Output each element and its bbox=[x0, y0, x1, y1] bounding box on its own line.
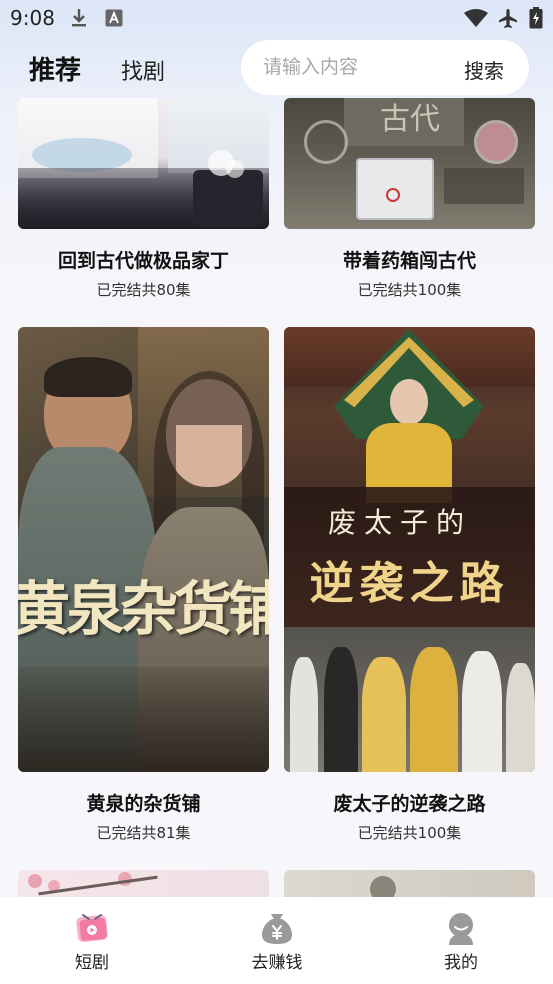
drama-episode-status: 已完结共100集 bbox=[357, 281, 462, 299]
drama-episode-status: 已完结共80集 bbox=[96, 281, 191, 299]
search-input[interactable] bbox=[263, 54, 443, 80]
top-header: 推荐 找剧 搜索 bbox=[0, 36, 553, 100]
drama-card[interactable] bbox=[18, 870, 269, 897]
nav-label: 我的 bbox=[444, 953, 478, 973]
nav-label: 去赚钱 bbox=[251, 953, 303, 973]
tab-find-drama[interactable]: 找剧 bbox=[121, 54, 165, 86]
drama-title[interactable]: 废太子的逆袭之路 bbox=[284, 789, 535, 816]
drama-poster[interactable]: 古代 bbox=[284, 98, 535, 229]
nav-label: 短剧 bbox=[75, 953, 109, 973]
drama-poster[interactable] bbox=[284, 870, 535, 897]
poster-caption: 黄泉杂货铺 bbox=[18, 575, 269, 643]
poster-caption: 古代 bbox=[380, 102, 440, 137]
drama-card[interactable]: 黄泉杂货铺 黄泉的杂货铺 已完结共81集 bbox=[18, 327, 269, 847]
drama-card[interactable]: 回到古代做极品家丁 已完结共80集 bbox=[18, 98, 269, 299]
search-button[interactable]: 搜索 bbox=[464, 55, 504, 84]
app-notification-icon bbox=[105, 9, 123, 31]
profile-icon bbox=[443, 911, 479, 945]
drama-poster[interactable]: 废太子的 逆袭之路 bbox=[284, 327, 535, 772]
search-bar: 搜索 bbox=[241, 40, 529, 95]
tab-recommend[interactable]: 推荐 bbox=[29, 50, 81, 87]
drama-episode-status: 已完结共81集 bbox=[96, 824, 191, 842]
medicine-box-graphic bbox=[356, 158, 434, 220]
nav-item-profile[interactable]: 我的 bbox=[401, 897, 521, 984]
download-icon bbox=[70, 8, 88, 32]
poster-caption-bottom: 逆袭之路 bbox=[309, 558, 510, 609]
status-bar: 9:08 bbox=[0, 0, 553, 36]
status-time: 9:08 bbox=[10, 6, 55, 30]
drama-title[interactable]: 回到古代做极品家丁 bbox=[18, 246, 269, 273]
poster-caption-top: 废太子的 bbox=[328, 506, 473, 539]
wifi-icon bbox=[463, 8, 489, 32]
nav-item-earn-money[interactable]: 去赚钱 bbox=[217, 897, 337, 984]
drama-poster[interactable]: 黄泉杂货铺 bbox=[18, 327, 269, 772]
nav-item-drama[interactable]: 短剧 bbox=[32, 897, 152, 984]
money-bag-icon bbox=[259, 911, 295, 945]
bottom-navigation: 短剧 去赚钱 我的 bbox=[0, 897, 553, 984]
drama-poster[interactable] bbox=[18, 98, 269, 229]
drama-card[interactable]: 废太子的 逆袭之路 废太子的逆袭之路 已完结共100集 bbox=[284, 327, 535, 847]
drama-icon bbox=[74, 911, 110, 945]
drama-title[interactable]: 黄泉的杂货铺 bbox=[18, 789, 269, 816]
drama-feed[interactable]: 回到古代做极品家丁 已完结共80集 古代 带着药箱闯古代 已完结共100集 黄泉… bbox=[0, 98, 553, 897]
airplane-mode-icon bbox=[497, 8, 519, 34]
drama-title[interactable]: 带着药箱闯古代 bbox=[284, 246, 535, 273]
drama-episode-status: 已完结共100集 bbox=[357, 824, 462, 842]
drama-card[interactable]: 古代 带着药箱闯古代 已完结共100集 bbox=[284, 98, 535, 299]
battery-icon bbox=[529, 7, 543, 33]
drama-poster[interactable] bbox=[18, 870, 269, 897]
drama-card[interactable] bbox=[284, 870, 535, 897]
